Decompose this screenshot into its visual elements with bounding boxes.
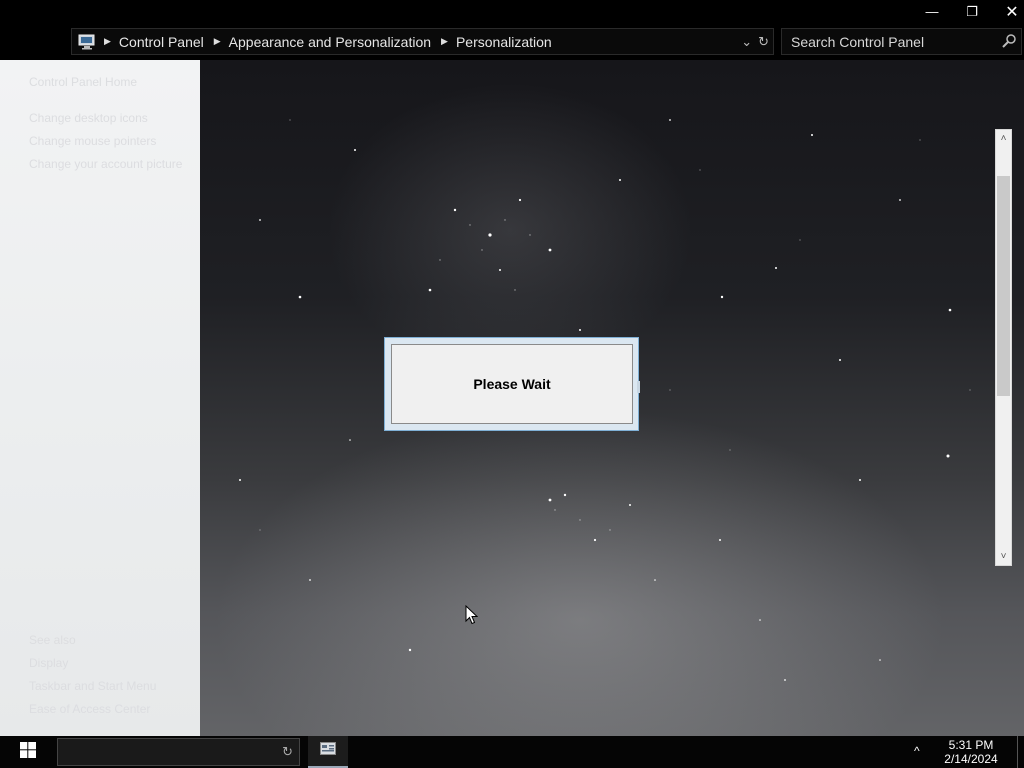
scroll-down-arrow-icon[interactable]: ˅ — [996, 548, 1011, 565]
title-bar: — ❐ ✕ — [0, 0, 1024, 23]
left-navigation-pane: Control Panel Home Change desktop icons … — [0, 60, 200, 736]
restore-button[interactable]: ❐ — [952, 0, 992, 23]
taskbar-search-refresh-icon[interactable]: ↻ — [282, 744, 293, 760]
breadcrumb-appearance-and-personalization[interactable]: Appearance and Personalization — [229, 34, 431, 50]
taskbar: ↻ ^ 5:31 PM 2/14/2024 — [0, 736, 1024, 768]
start-button[interactable] — [0, 736, 55, 768]
search-input[interactable]: Search Control Panel — [781, 28, 1022, 55]
breadcrumb-separator-icon: ▶ — [213, 36, 221, 46]
system-clock[interactable]: 5:31 PM 2/14/2024 — [938, 738, 1004, 766]
dialog-edge — [637, 381, 640, 393]
please-wait-dialog: Please Wait — [384, 337, 639, 431]
dialog-message: Please Wait — [473, 376, 551, 392]
control-panel-home-link[interactable]: Control Panel Home — [29, 75, 137, 89]
breadcrumb-separator-icon: ▶ — [104, 36, 111, 46]
address-bar-controls: ⌄ ↻ — [741, 29, 769, 54]
breadcrumb-personalization[interactable]: Personalization — [456, 34, 552, 50]
windows-logo-icon — [19, 741, 36, 763]
refresh-icon[interactable]: ↻ — [758, 34, 769, 50]
minimize-icon: — — [925, 4, 939, 19]
taskbar-search-box[interactable]: ↻ — [57, 738, 300, 766]
scrollbar-thumb[interactable] — [997, 176, 1010, 396]
change-mouse-pointers-link[interactable]: Change mouse pointers — [29, 134, 156, 148]
breadcrumb-separator-icon: ▶ — [441, 36, 448, 46]
change-account-picture-link[interactable]: Change your account picture — [29, 157, 182, 171]
dialog-content: Please Wait — [391, 344, 633, 424]
close-icon: ✕ — [1005, 3, 1019, 21]
control-panel-taskbar-icon — [320, 742, 336, 760]
restore-icon: ❐ — [966, 3, 978, 19]
minimize-button[interactable]: — — [912, 0, 952, 23]
control-panel-icon — [74, 29, 100, 54]
show-desktop-button[interactable] — [1017, 736, 1018, 768]
taskbar-control-panel-app[interactable] — [308, 736, 348, 768]
navigation-bar: ▶ Control Panel ▶ Appearance and Persona… — [0, 23, 1024, 60]
close-button[interactable]: ✕ — [992, 0, 1024, 23]
address-dropdown-icon[interactable]: ⌄ — [741, 34, 752, 50]
ease-of-access-center-link[interactable]: Ease of Access Center — [29, 702, 150, 716]
taskbar-and-start-menu-link[interactable]: Taskbar and Start Menu — [29, 679, 156, 693]
clock-date: 2/14/2024 — [944, 752, 998, 766]
scroll-up-arrow-icon[interactable]: ˄ — [996, 130, 1011, 147]
address-bar[interactable]: ▶ Control Panel ▶ Appearance and Persona… — [71, 28, 774, 55]
show-hidden-icons-chevron-icon[interactable]: ^ — [914, 744, 920, 758]
mouse-pointer-icon — [465, 604, 479, 630]
vertical-scrollbar[interactable]: ˄ ˅ — [995, 129, 1012, 566]
see-also-heading: See also — [29, 633, 76, 647]
display-link[interactable]: Display — [29, 656, 68, 670]
search-placeholder: Search Control Panel — [791, 33, 925, 50]
search-icon[interactable] — [1001, 33, 1017, 52]
clock-time: 5:31 PM — [948, 738, 994, 752]
change-desktop-icons-link[interactable]: Change desktop icons — [29, 111, 148, 125]
breadcrumb-control-panel[interactable]: Control Panel — [119, 34, 204, 50]
